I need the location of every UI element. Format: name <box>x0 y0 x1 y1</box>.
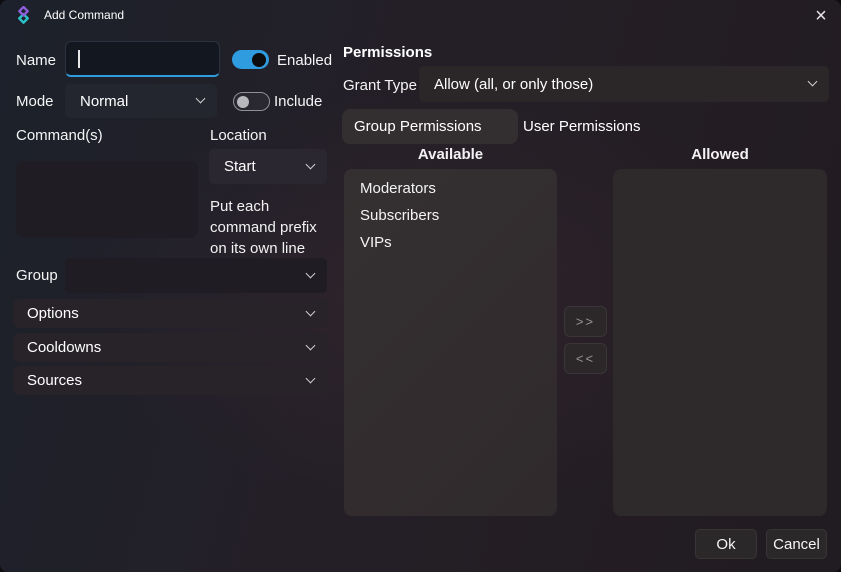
location-label: Location <box>210 127 267 144</box>
grant-type-select-value: Allow (all, or only those) <box>434 75 594 93</box>
enabled-label: Enabled <box>277 52 333 69</box>
name-input[interactable] <box>65 41 220 77</box>
expander-label: Cooldowns <box>27 339 102 356</box>
chevron-down-icon <box>807 76 818 87</box>
expander-label: Options <box>27 305 79 322</box>
move-right-button[interactable]: >> <box>564 306 607 337</box>
chevron-down-icon <box>305 268 316 278</box>
move-left-button[interactable]: << <box>564 343 607 374</box>
name-label: Name <box>16 52 57 69</box>
tab-group-permissions[interactable]: Group Permissions <box>342 109 518 144</box>
group-select[interactable] <box>65 258 327 293</box>
enabled-toggle[interactable] <box>232 50 269 69</box>
ok-button[interactable]: Ok <box>695 529 757 559</box>
app-logo-icon <box>17 5 30 29</box>
toggle-knob <box>237 95 249 108</box>
available-listbox[interactable]: Moderators Subscribers VIPs <box>344 169 557 516</box>
commands-textarea[interactable] <box>16 161 198 238</box>
available-list-item[interactable]: Moderators <box>344 175 557 202</box>
close-icon[interactable]: × <box>804 1 838 31</box>
chevron-down-icon <box>305 340 316 350</box>
allowed-header: Allowed <box>691 146 749 163</box>
available-header: Available <box>417 146 484 163</box>
mode-select-value: Normal <box>80 92 129 110</box>
text-caret <box>78 50 80 68</box>
permissions-header: Permissions <box>343 44 433 61</box>
chevron-down-icon <box>305 373 316 383</box>
tab-user-permissions[interactable]: User Permissions <box>516 109 656 144</box>
commands-hint-text: Put each command prefix on its own line <box>210 198 317 257</box>
location-select[interactable]: Start <box>209 149 327 184</box>
mode-select[interactable]: Normal <box>65 84 217 118</box>
chevron-down-icon <box>305 306 316 316</box>
expander-label: Sources <box>27 372 83 389</box>
expander-sources[interactable]: Sources <box>13 366 328 395</box>
toggle-knob <box>252 52 266 67</box>
allowed-listbox[interactable] <box>613 169 827 516</box>
group-label: Group <box>16 267 58 284</box>
location-select-value: Start <box>224 158 256 175</box>
tab-label: Group Permissions <box>354 118 482 135</box>
add-command-dialog: Add Command × Name Enabled Mode Normal I… <box>0 0 841 572</box>
chevron-down-icon <box>195 93 206 104</box>
commands-label: Command(s) <box>16 127 103 144</box>
expander-cooldowns[interactable]: Cooldowns <box>13 333 328 362</box>
include-label: Include <box>274 93 323 110</box>
chevron-down-icon <box>305 159 316 169</box>
grant-type-select[interactable]: Allow (all, or only those) <box>419 66 829 102</box>
available-list-item[interactable]: Subscribers <box>344 202 557 229</box>
grant-type-label: Grant Type <box>343 77 417 94</box>
tab-label: User Permissions <box>523 118 641 135</box>
include-toggle[interactable] <box>233 92 270 111</box>
mode-label: Mode <box>16 93 54 110</box>
cancel-button[interactable]: Cancel <box>766 529 827 559</box>
available-list-item[interactable]: VIPs <box>344 229 557 256</box>
window-title: Add Command <box>44 8 125 22</box>
expander-options[interactable]: Options <box>13 299 328 328</box>
